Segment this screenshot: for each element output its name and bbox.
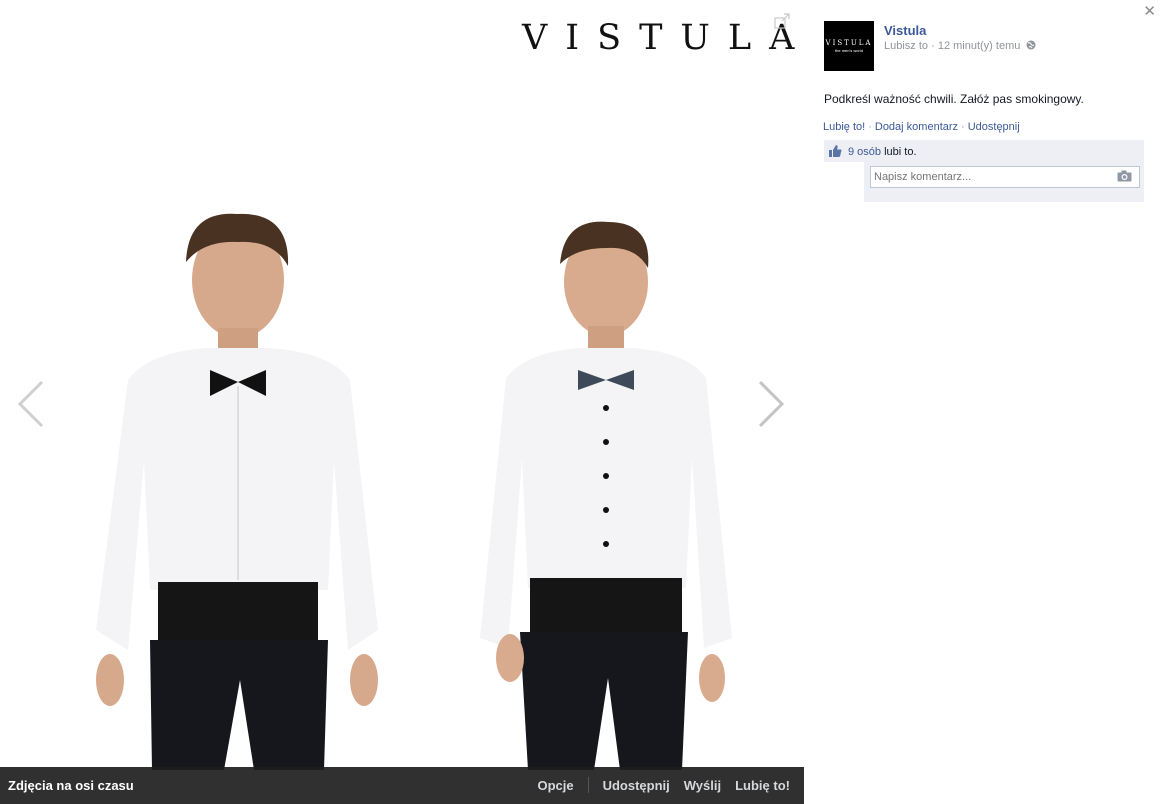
close-icon[interactable]: ✕ — [1143, 2, 1156, 20]
share-button[interactable]: Udostępnij — [603, 778, 670, 793]
avatar[interactable]: VISTULA the men's world — [824, 21, 874, 71]
like-button[interactable]: Lubię to! — [735, 778, 790, 793]
separator: · — [961, 121, 965, 133]
page-name[interactable]: Vistula — [884, 23, 926, 38]
feedback-box: 9 osób lubi to. — [824, 140, 1144, 202]
likes-suffix: lubi to. — [884, 146, 917, 158]
model-photo-right — [480, 221, 732, 770]
globe-icon — [1026, 40, 1036, 50]
camera-icon[interactable] — [1117, 170, 1132, 182]
model-photo-left — [96, 213, 378, 770]
liked-status[interactable]: Lubisz to — [884, 40, 928, 52]
avatar-tagline: the men's world — [835, 48, 863, 53]
add-comment-link[interactable]: Dodaj komentarz — [875, 121, 958, 133]
photo-action-bar: Zdjęcia na osi czasu Opcje Udostępnij Wy… — [0, 767, 804, 804]
meta-separator: · — [931, 40, 935, 52]
comment-input[interactable] — [871, 168, 1104, 186]
brand-logo: VISTULA — [522, 18, 804, 58]
thumbs-up-icon — [829, 145, 842, 157]
chevron-left-icon[interactable] — [16, 380, 46, 428]
photo-actions: Opcje Udostępnij Wyślij Lubię to! — [537, 777, 790, 793]
options-button[interactable]: Opcje — [537, 778, 573, 793]
likes-count[interactable]: 9 osób — [848, 146, 881, 158]
likes-summary: 9 osób lubi to. — [828, 144, 917, 158]
post-caption: Podkreśl ważność chwili. Załóż pas smoki… — [824, 92, 1084, 106]
send-button[interactable]: Wyślij — [684, 778, 721, 793]
album-title[interactable]: Zdjęcia na osi czasu — [8, 778, 134, 793]
comment-avatar-placeholder — [824, 162, 864, 202]
post-meta: Lubisz to · 12 minut(y) temu — [884, 40, 1036, 52]
share-link[interactable]: Udostępnij — [968, 121, 1020, 133]
post-panel: ✕ VISTULA the men's world Vistula Lubisz… — [804, 0, 1164, 804]
chevron-right-icon[interactable] — [756, 380, 786, 428]
separator: · — [868, 121, 872, 133]
avatar-logo: VISTULA — [825, 39, 873, 47]
photo-stage: VISTULA Zdjęcia na osi czasu Opcje Udost… — [0, 0, 804, 804]
divider — [587, 777, 589, 793]
timestamp[interactable]: 12 minut(y) temu — [938, 40, 1021, 52]
expand-icon[interactable] — [774, 13, 790, 29]
post-actions: Lubię to! · Dodaj komentarz · Udostępnij — [823, 121, 1020, 133]
comment-field[interactable] — [870, 166, 1140, 188]
like-link[interactable]: Lubię to! — [823, 121, 865, 133]
